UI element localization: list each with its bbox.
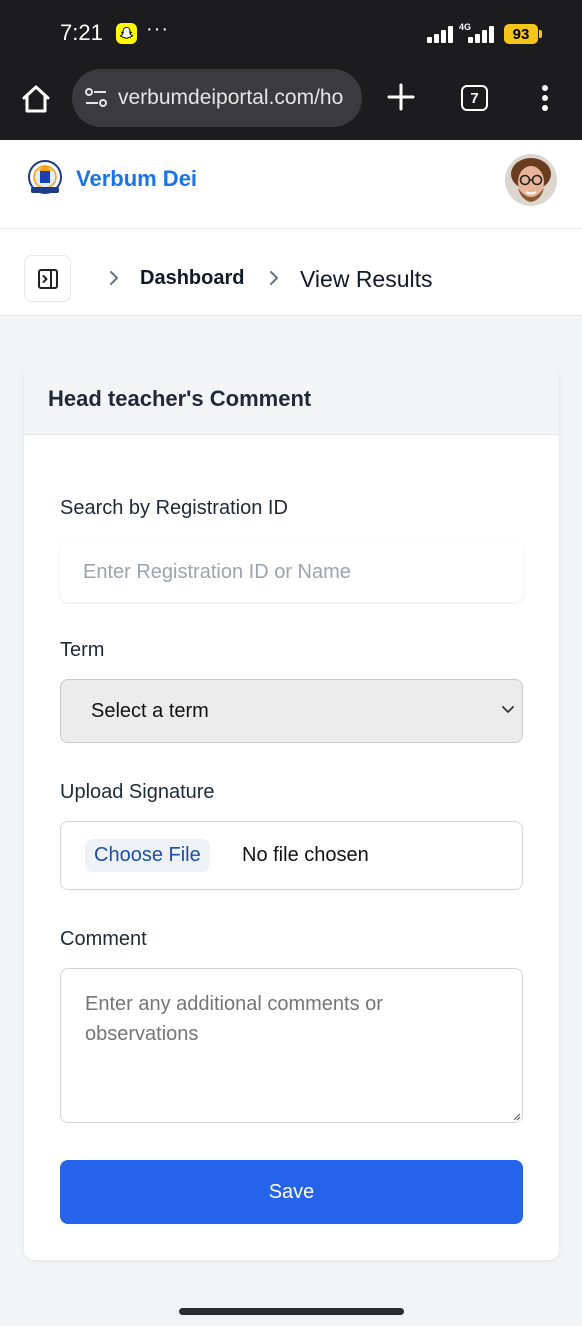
chevron-down-icon: [502, 706, 514, 713]
comment-textarea[interactable]: [60, 968, 523, 1123]
breadcrumb-view-results: View Results: [300, 266, 433, 292]
signature-label: Upload Signature: [60, 781, 215, 803]
user-avatar[interactable]: [505, 154, 557, 206]
more-menu-icon[interactable]: [535, 83, 555, 113]
status-time: 7:21: [60, 20, 103, 45]
term-select[interactable]: Select a term: [60, 679, 523, 743]
school-logo[interactable]: [25, 159, 65, 197]
app-header: Verbum Dei: [0, 140, 582, 229]
notification-dots: ···: [146, 18, 169, 40]
file-status: No file chosen: [242, 844, 369, 866]
chevron-right-icon: [270, 271, 278, 285]
address-bar[interactable]: verbumdeiportal.com/ho: [72, 69, 362, 127]
sidebar-toggle-button[interactable]: [24, 255, 71, 302]
signature-file-input[interactable]: Choose File No file chosen: [60, 821, 523, 890]
comment-label: Comment: [60, 928, 147, 950]
chevron-right-icon: [110, 271, 118, 285]
card-title: Head teacher's Comment: [48, 386, 312, 411]
browser-toolbar: verbumdeiportal.com/ho 7: [0, 68, 582, 140]
term-selected-value: Select a term: [91, 699, 209, 722]
choose-file-button[interactable]: Choose File: [85, 839, 210, 872]
search-label: Search by Registration ID: [60, 497, 288, 519]
new-tab-icon[interactable]: [386, 82, 416, 112]
signal-icon: [427, 26, 453, 43]
resize-grip-icon[interactable]: [513, 1113, 521, 1121]
url-text: verbumdeiportal.com/ho: [118, 86, 344, 109]
term-label: Term: [60, 639, 105, 661]
tab-switcher-button[interactable]: 7: [461, 85, 488, 111]
snapchat-icon: [116, 23, 137, 44]
signal-icon-2: [468, 26, 494, 43]
save-button[interactable]: Save: [60, 1160, 523, 1224]
brand-name[interactable]: Verbum Dei: [76, 166, 197, 192]
battery-indicator: 93: [504, 24, 542, 44]
home-indicator[interactable]: [179, 1308, 404, 1315]
site-settings-icon[interactable]: [84, 87, 108, 109]
home-icon[interactable]: [20, 83, 52, 115]
card-header: Head teacher's Comment: [24, 366, 559, 435]
status-bar: 7:21 ··· 4G 93: [0, 0, 582, 68]
headteacher-comment-card: Head teacher's Comment Search by Registr…: [24, 366, 559, 1260]
sidebar-panel-icon: [37, 268, 58, 289]
breadcrumb-dashboard[interactable]: Dashboard: [140, 267, 244, 290]
search-input[interactable]: [60, 542, 523, 602]
breadcrumb: Dashboard View Results: [0, 229, 582, 316]
